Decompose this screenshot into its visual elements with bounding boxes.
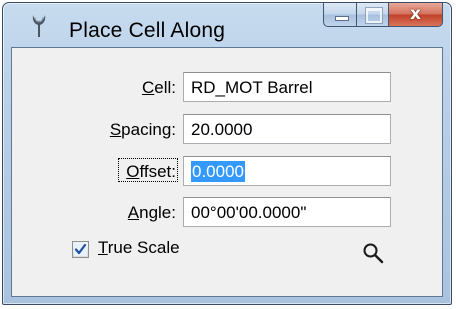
- spacing-input[interactable]: 20.0000: [183, 114, 391, 144]
- angle-label: Angle:: [127, 203, 176, 222]
- magnifier-icon[interactable]: [361, 241, 385, 265]
- cell-input[interactable]: RD_MOT Barrel: [183, 72, 391, 102]
- minimize-icon: [335, 16, 349, 21]
- checkmark-icon: [74, 243, 87, 256]
- title-bar[interactable]: Place Cell Along x: [3, 3, 451, 47]
- angle-row: Angle: 00°00'00.0000": [12, 197, 442, 227]
- spacing-label: Spacing:: [109, 120, 176, 139]
- true-scale-label[interactable]: True Scale: [98, 238, 180, 258]
- close-button[interactable]: x: [389, 3, 443, 27]
- spacing-row: Spacing: 20.0000: [12, 114, 442, 144]
- true-scale-checkbox[interactable]: [72, 241, 89, 258]
- caption-buttons: x: [323, 3, 443, 29]
- offset-selected-text: 0.0000: [191, 161, 245, 182]
- window-title: Place Cell Along: [69, 19, 226, 42]
- minimize-button[interactable]: [323, 3, 357, 27]
- cell-label: Cell:: [141, 78, 176, 97]
- dialog-window: Place Cell Along x Cell: RD_MOT Barrel S…: [2, 2, 452, 305]
- offset-row: Offset: 0.0000: [12, 156, 442, 186]
- maximize-button[interactable]: [357, 3, 389, 27]
- dialog-body: Cell: RD_MOT Barrel Spacing: 20.0000 Off…: [11, 47, 443, 297]
- angle-input[interactable]: 00°00'00.0000": [183, 197, 391, 227]
- cell-row: Cell: RD_MOT Barrel: [12, 72, 442, 102]
- close-icon: x: [410, 4, 421, 24]
- app-icon[interactable]: [29, 13, 49, 39]
- offset-input[interactable]: 0.0000: [183, 156, 391, 186]
- maximize-icon: [366, 8, 382, 23]
- offset-label: Offset:: [126, 162, 176, 181]
